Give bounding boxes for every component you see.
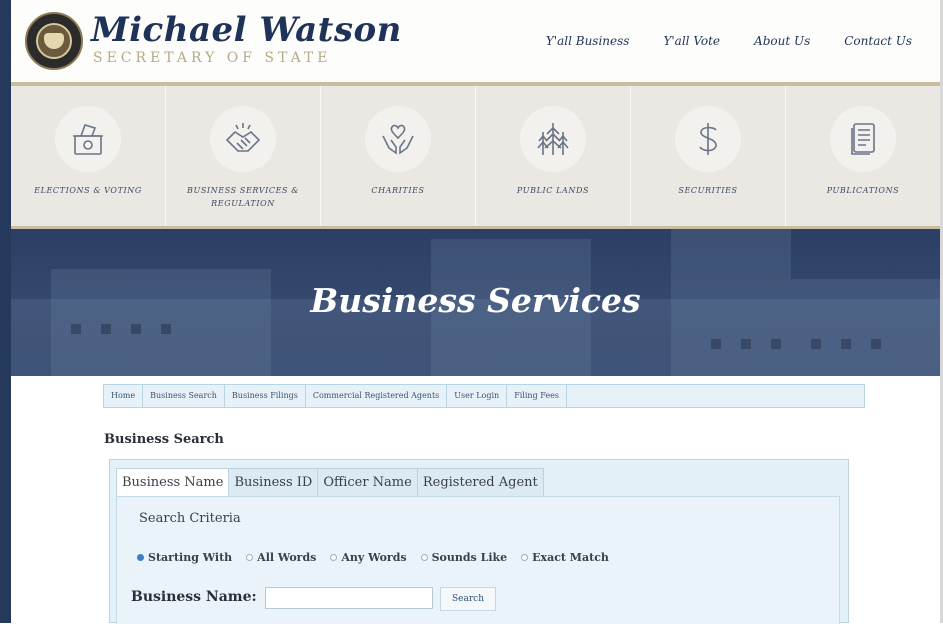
tile-securities[interactable]: SECURITIES: [631, 86, 786, 226]
tab-officer-name[interactable]: Officer Name: [317, 468, 418, 497]
option-sounds-like[interactable]: Sounds Like: [420, 551, 508, 564]
nav-yall-business[interactable]: Y'all Business: [546, 34, 630, 48]
site-title[interactable]: Michael Watson: [91, 10, 402, 50]
tab-content: Search Criteria Starting With All Words …: [116, 496, 840, 624]
hero-banner: Business Services: [11, 229, 940, 376]
crumb-commercial-registered-agents[interactable]: Commercial Registered Agents: [306, 385, 448, 407]
option-label: All Words: [257, 551, 317, 564]
option-all-words[interactable]: All Words: [246, 551, 316, 564]
tile-label: SECURITIES: [678, 186, 738, 195]
ballot-box-icon: [73, 124, 103, 155]
service-tiles: ELECTIONS & VOTING BUSINESS SERVICES & R…: [11, 86, 940, 229]
crumb-business-filings[interactable]: Business Filings: [225, 385, 306, 407]
crumb-filing-fees[interactable]: Filing Fees: [507, 385, 567, 407]
hands-heart-icon: [382, 124, 414, 155]
top-navigation: Y'all Business Y'all Vote About Us Conta…: [546, 34, 912, 48]
search-panel: Business Name Business ID Officer Name R…: [109, 459, 849, 624]
tile-label: PUBLIC LANDS: [516, 186, 590, 195]
tile-label: PUBLICATIONS: [826, 186, 900, 195]
radio[interactable]: [330, 554, 338, 561]
crumb-business-search[interactable]: Business Search: [143, 385, 225, 407]
crumb-home[interactable]: Home: [104, 385, 144, 407]
nav-contact-us[interactable]: Contact Us: [844, 34, 912, 48]
option-label: Any Words: [341, 551, 407, 564]
state-seal-logo[interactable]: [25, 12, 83, 70]
tab-business-name[interactable]: Business Name: [116, 468, 230, 498]
page-frame: Michael Watson SECRETARY OF STATE Y'all …: [0, 0, 943, 624]
dollar-icon: [699, 123, 717, 155]
tile-charities[interactable]: CHARITIES: [321, 86, 476, 226]
tab-business-id[interactable]: Business ID: [228, 468, 319, 497]
site-header: Michael Watson SECRETARY OF STATE Y'all …: [11, 0, 940, 86]
trees-icon: [537, 123, 569, 155]
search-button[interactable]: Search: [440, 587, 496, 611]
tile-publications[interactable]: PUBLICATIONS: [786, 86, 940, 226]
page-content: Michael Watson SECRETARY OF STATE Y'all …: [11, 0, 940, 624]
option-exact-match[interactable]: Exact Match: [521, 551, 609, 564]
breadcrumb: Home Business Search Business Filings Co…: [103, 384, 865, 408]
tile-label: BUSINESS SERVICES & REGULATION: [187, 186, 299, 208]
left-edge-bar: [0, 0, 11, 623]
radio-selected[interactable]: [137, 554, 144, 561]
search-criteria-label: Search Criteria: [139, 511, 241, 526]
option-label: Exact Match: [532, 551, 609, 564]
option-label: Sounds Like: [431, 551, 508, 564]
handshake-icon: [225, 123, 261, 152]
tab-registered-agent[interactable]: Registered Agent: [416, 468, 544, 497]
business-name-input[interactable]: [265, 587, 433, 609]
search-mode-options: Starting With All Words Any Words Sounds…: [137, 551, 609, 564]
nav-yall-vote[interactable]: Y'all Vote: [663, 34, 720, 48]
crumb-user-login[interactable]: User Login: [447, 385, 508, 407]
page-title: Business Search: [104, 432, 224, 447]
radio[interactable]: [521, 554, 529, 561]
banner-title: Business Services: [310, 281, 641, 320]
document-icon: [851, 123, 875, 155]
site-subtitle: SECRETARY OF STATE: [93, 50, 332, 66]
tile-label: ELECTIONS & VOTING: [34, 186, 142, 195]
option-label: Starting With: [148, 551, 233, 564]
radio[interactable]: [246, 554, 254, 561]
tile-elections-voting[interactable]: ELECTIONS & VOTING: [11, 86, 166, 226]
option-any-words[interactable]: Any Words: [330, 551, 407, 564]
tile-label: CHARITIES: [371, 186, 425, 195]
business-name-label: Business Name:: [131, 589, 257, 605]
nav-about-us[interactable]: About Us: [754, 34, 810, 48]
tile-public-lands[interactable]: PUBLIC LANDS: [476, 86, 631, 226]
radio[interactable]: [420, 554, 428, 561]
search-tabs: Business Name Business ID Officer Name R…: [116, 468, 544, 498]
tile-business-services[interactable]: BUSINESS SERVICES & REGULATION: [166, 86, 321, 226]
option-starting-with[interactable]: Starting With: [137, 551, 232, 564]
